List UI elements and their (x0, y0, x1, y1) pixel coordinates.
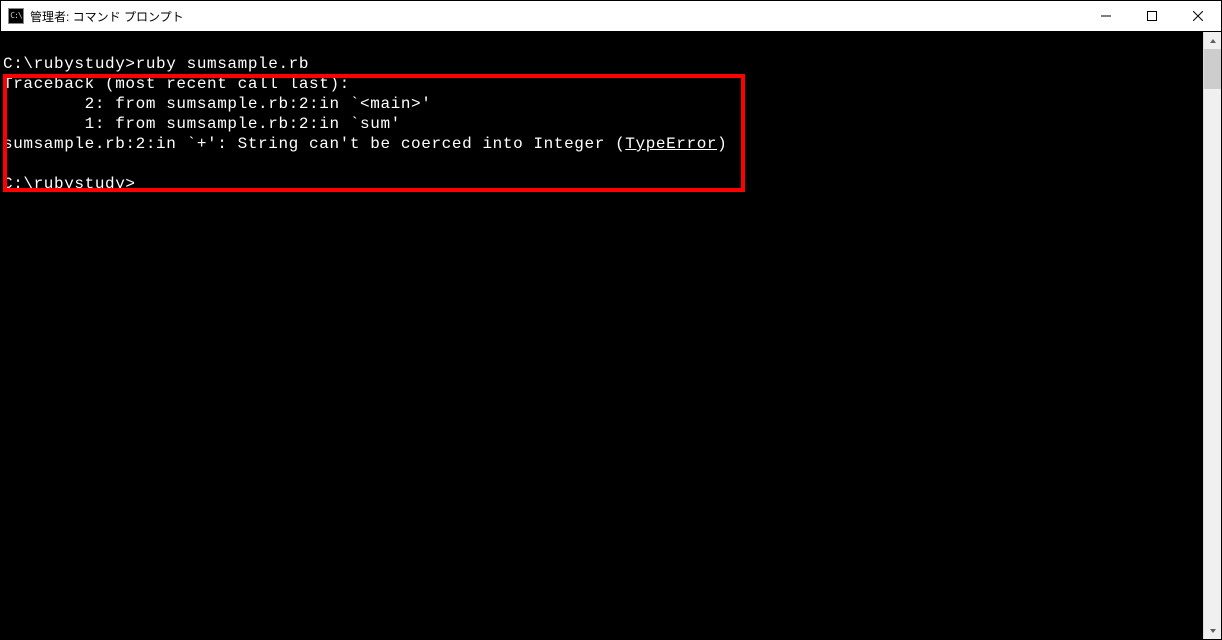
error-type: TypeError (625, 135, 717, 153)
terminal-line (1, 34, 1203, 54)
minimize-button[interactable] (1083, 1, 1129, 31)
error-text-post: ) (717, 135, 727, 153)
error-text-pre: sumsample.rb:2:in `+': String can't be c… (3, 135, 625, 153)
client-area: C:\rubystudy>ruby sumsample.rb Traceback… (1, 32, 1221, 639)
vertical-scrollbar[interactable] (1203, 32, 1221, 639)
window-controls (1083, 1, 1221, 31)
scroll-up-button[interactable] (1204, 32, 1221, 49)
window-title: 管理者: コマンド プロンプト (30, 8, 184, 25)
cmd-icon: C:\ (8, 8, 24, 24)
scrollbar-thumb[interactable] (1204, 49, 1221, 89)
titlebar[interactable]: C:\ 管理者: コマンド プロンプト (1, 1, 1221, 32)
maximize-button[interactable] (1129, 1, 1175, 31)
scrollbar-track[interactable] (1204, 49, 1221, 622)
close-button[interactable] (1175, 1, 1221, 31)
terminal-line-traceback: 2: from sumsample.rb:2:in `<main>' (1, 94, 1203, 114)
terminal-line (1, 154, 1203, 174)
terminal-line-traceback-header: Traceback (most recent call last): (1, 74, 1203, 94)
terminal-output[interactable]: C:\rubystudy>ruby sumsample.rb Traceback… (1, 32, 1203, 639)
terminal-line-error: sumsample.rb:2:in `+': String can't be c… (1, 134, 1203, 154)
terminal-line-traceback: 1: from sumsample.rb:2:in `sum' (1, 114, 1203, 134)
cmd-icon-glyph: C:\ (10, 12, 21, 20)
command-prompt-window: C:\ 管理者: コマンド プロンプト C:\rubystudy>ruby su… (0, 0, 1222, 640)
scroll-down-button[interactable] (1204, 622, 1221, 639)
terminal-line-command: C:\rubystudy>ruby sumsample.rb (1, 54, 1203, 74)
terminal-line-prompt: C:\rubystudy> (1, 174, 1203, 194)
